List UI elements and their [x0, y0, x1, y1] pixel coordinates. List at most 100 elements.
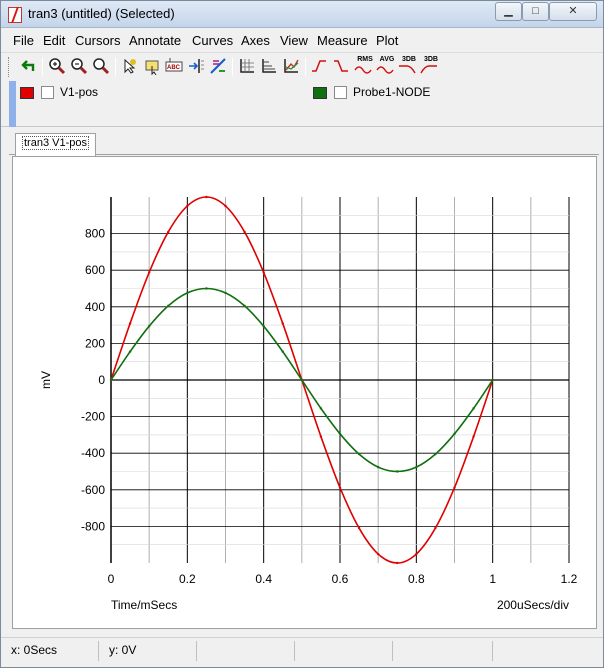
data-point — [472, 407, 475, 410]
axis-log-icon[interactable] — [260, 57, 278, 75]
zoom-in-icon[interactable] — [48, 57, 66, 75]
menu-curves[interactable]: Curves — [192, 33, 233, 48]
tab-tran3-v1-pos[interactable]: tran3 V1-pos — [15, 133, 96, 156]
menu-annotate[interactable]: Annotate — [129, 33, 181, 48]
data-point — [167, 304, 170, 308]
data-point — [434, 526, 437, 530]
data-point — [281, 350, 284, 353]
tab-label: tran3 V1-pos — [22, 136, 89, 150]
menu-plot[interactable]: Plot — [376, 33, 398, 48]
select-tool-icon[interactable] — [143, 57, 161, 75]
rise-time-icon[interactable] — [310, 57, 328, 75]
data-point — [224, 291, 227, 295]
x-scale-note: 200uSecs/div — [497, 598, 569, 612]
y-tick-label: 200 — [85, 336, 105, 350]
data-point — [167, 230, 170, 234]
legend-bar-handle[interactable] — [9, 81, 16, 127]
x-tick-label: 1.2 — [561, 572, 578, 586]
data-point — [376, 465, 380, 469]
x-tick-label: 0 — [108, 572, 115, 586]
toolbar-separator — [115, 58, 116, 76]
status-empty-cell — [493, 641, 601, 661]
data-point — [109, 378, 113, 382]
x-tick-label: 0.6 — [332, 572, 349, 586]
data-point — [128, 322, 132, 325]
data-point — [453, 486, 456, 489]
minimize-button[interactable]: ▁ — [495, 2, 522, 21]
data-point — [338, 486, 342, 489]
x-tick-label: 0.2 — [179, 572, 196, 586]
data-point — [472, 435, 475, 438]
data-point — [319, 435, 323, 438]
svg-text:ABC: ABC — [167, 65, 181, 71]
data-point — [262, 271, 265, 274]
trace-color-swatch[interactable] — [20, 87, 34, 99]
fall-time-icon[interactable] — [332, 57, 350, 75]
maximize-button[interactable]: □ — [522, 2, 549, 21]
axis-grid-icon[interactable] — [238, 57, 256, 75]
zoom-out-icon[interactable] — [70, 57, 88, 75]
menu-cursors[interactable]: Cursors — [75, 33, 121, 48]
data-point — [186, 204, 189, 208]
plot-window: tran3 (untitled) (Selected) ▁ □ ✕ File E… — [0, 0, 604, 668]
tab-strip: tran3 V1-pos — [9, 131, 599, 156]
menu-view[interactable]: View — [280, 33, 308, 48]
plot-panel[interactable]: 800 600 400 200 0 -200 -400 -600 -800 0 0.2 0.4 0.6 0… — [12, 156, 597, 629]
3db-high-icon[interactable]: 3DB — [398, 56, 416, 75]
data-point — [186, 291, 189, 295]
toolbar-separator — [42, 58, 43, 76]
data-point — [376, 552, 380, 556]
y-tick-label: -400 — [81, 446, 105, 460]
y-tick-label: 800 — [85, 227, 105, 241]
title-bar[interactable]: tran3 (untitled) (Selected) ▁ □ ✕ — [1, 1, 603, 28]
3db-low-icon[interactable]: 3DB — [420, 56, 438, 75]
trace-name[interactable]: Probe1-NODE — [353, 85, 430, 99]
data-point — [338, 432, 342, 436]
trace-checkbox[interactable] — [334, 86, 347, 99]
menu-axes[interactable]: Axes — [241, 33, 270, 48]
status-bar: x: 0Secs y: 0V — [1, 637, 603, 667]
undo-icon[interactable] — [19, 57, 37, 75]
x-tick-label: 0.4 — [255, 572, 272, 586]
data-point — [319, 407, 323, 410]
data-point — [396, 561, 399, 565]
x-tick-label: 1 — [489, 572, 496, 586]
cursor-tool-icon[interactable] — [121, 57, 139, 75]
rms-label: RMS — [357, 56, 373, 63]
y-tick-label: 0 — [98, 373, 105, 387]
trace-color-swatch[interactable] — [313, 87, 327, 99]
curve-edit-icon[interactable] — [209, 57, 227, 75]
trace-checkbox[interactable] — [41, 86, 54, 99]
annotate-text-icon[interactable]: ABC — [165, 57, 183, 75]
menu-edit[interactable]: Edit — [43, 33, 65, 48]
data-point — [243, 304, 246, 308]
zoom-fit-icon[interactable] — [92, 57, 110, 75]
rms-icon[interactable]: RMS — [354, 56, 373, 75]
close-button[interactable]: ✕ — [549, 2, 597, 21]
data-point — [434, 452, 437, 456]
data-point — [415, 552, 418, 556]
trace-name[interactable]: V1-pos — [60, 85, 98, 99]
toolbar-grip[interactable] — [8, 57, 11, 77]
data-point — [453, 432, 456, 436]
data-point — [128, 350, 132, 353]
add-cursor-icon[interactable] — [187, 57, 205, 75]
data-point — [415, 465, 418, 469]
window-title: tran3 (untitled) (Selected) — [28, 6, 175, 21]
y-tick-label: 600 — [85, 263, 105, 277]
db-high-label: 3DB — [401, 56, 416, 63]
trace-legend-bar: V1-pos Probe1-NODE — [1, 81, 603, 127]
menu-file[interactable]: File — [13, 33, 34, 48]
y-tick-label: -200 — [81, 410, 105, 424]
menu-bar: File Edit Cursors Annotate Curves Axes V… — [1, 29, 603, 51]
chart-scale-icon[interactable] — [282, 57, 300, 75]
toolbar-separator — [305, 58, 306, 76]
menu-measure[interactable]: Measure — [317, 33, 368, 48]
y-axis-label: mV — [39, 371, 53, 389]
data-point — [147, 324, 151, 328]
avg-icon[interactable]: AVG — [376, 56, 394, 75]
toolbar-separator — [232, 58, 233, 76]
y-tick-label: 400 — [85, 300, 105, 314]
data-point — [205, 195, 208, 199]
plot-chart[interactable]: 800 600 400 200 0 -200 -400 -600 -800 0 0.2 0.4 0.6 0… — [13, 157, 596, 628]
